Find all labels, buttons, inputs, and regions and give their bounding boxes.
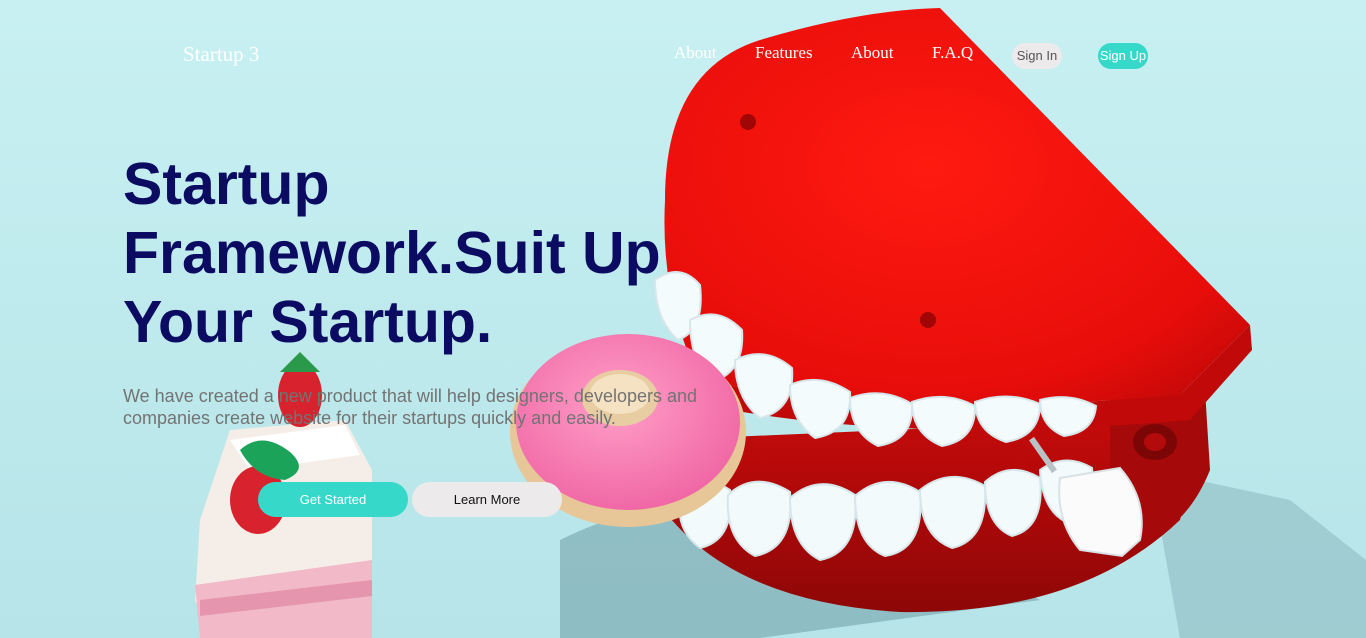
hero-headline-line-1: Startup (123, 151, 330, 217)
nav-link-about-secondary[interactable]: About (851, 43, 894, 63)
learn-more-button[interactable]: Learn More (412, 482, 562, 517)
brand-logo-link[interactable]: Startup 3 (183, 42, 259, 67)
hero-headline-line-3: Your Startup. (123, 289, 493, 355)
get-started-button[interactable]: Get Started (258, 482, 408, 517)
sign-up-button[interactable]: Sign Up (1098, 43, 1148, 69)
nav-link-about[interactable]: About (674, 43, 717, 63)
hero-description: We have created a new product that will … (123, 386, 698, 428)
hero-section: Startup 3 About Features About F.A.Q Sig… (0, 0, 1366, 638)
hero-headline-line-2: Framework.Suit Up (123, 220, 661, 286)
nav-link-features[interactable]: Features (755, 43, 813, 63)
hero-headline: Startup Framework.Suit Up Your Startup. (123, 150, 723, 357)
sign-in-button[interactable]: Sign In (1012, 43, 1062, 69)
nav-link-faq[interactable]: F.A.Q (932, 43, 973, 63)
